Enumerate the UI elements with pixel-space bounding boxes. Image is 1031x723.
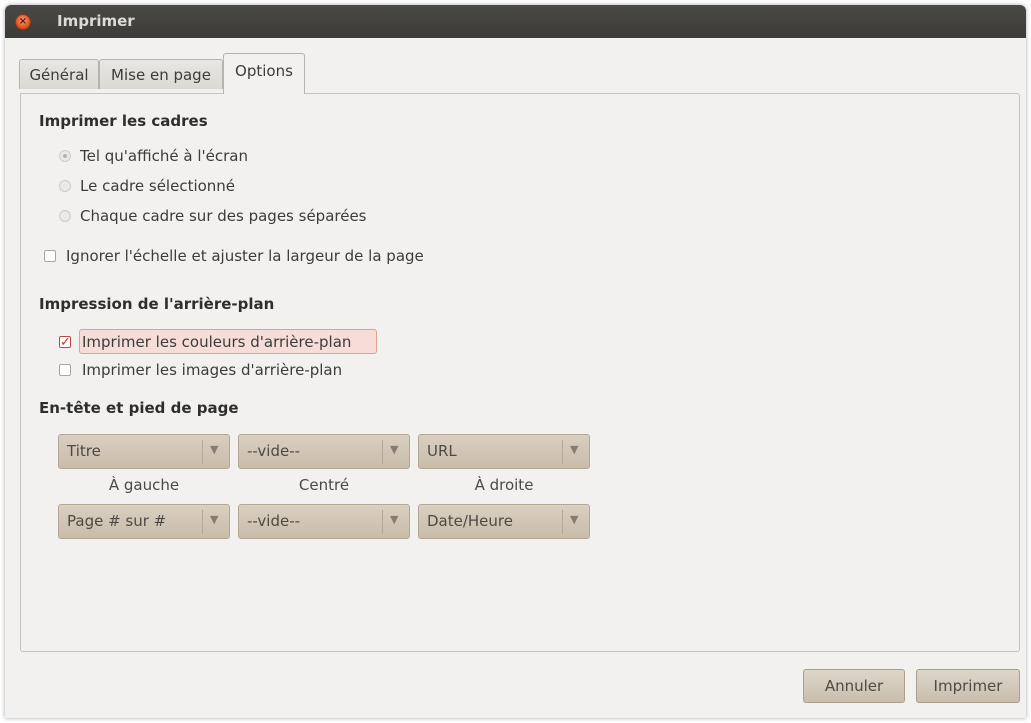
frames-section-title: Imprimer les cadres <box>39 112 208 130</box>
radio-selected-frame[interactable]: Le cadre sélectionné <box>59 175 459 197</box>
ignore-scale-checkbox[interactable]: Ignorer l'échelle et ajuster la largeur … <box>44 245 544 267</box>
print-dialog: × Imprimer Général Mise en page Options … <box>5 5 1026 718</box>
select-value: Date/Heure <box>427 512 513 530</box>
footer-center-select[interactable]: --vide-- ▼ <box>238 504 410 539</box>
select-value: --vide-- <box>247 442 301 460</box>
select-separator <box>382 440 383 464</box>
radio-each-frame[interactable]: Chaque cadre sur des pages séparées <box>59 205 459 227</box>
radio-button[interactable] <box>59 210 71 222</box>
print-bg-colors-checkbox[interactable]: Imprimer les couleurs d'arrière-plan <box>59 329 459 354</box>
header-footer-section-title: En-tête et pied de page <box>39 399 239 417</box>
radio-label: Le cadre sélectionné <box>80 177 236 195</box>
close-icon: × <box>18 16 28 27</box>
checkbox-label: Imprimer les images d'arrière-plan <box>82 361 343 379</box>
checkbox[interactable] <box>59 364 71 376</box>
header-center-select[interactable]: --vide-- ▼ <box>238 434 410 469</box>
print-button[interactable]: Imprimer <box>916 669 1020 703</box>
radio-label: Chaque cadre sur des pages séparées <box>80 207 367 225</box>
header-right-select[interactable]: URL ▼ <box>418 434 590 469</box>
tab-general[interactable]: Général <box>19 59 99 89</box>
checkbox[interactable] <box>44 250 56 262</box>
select-value: Titre <box>67 442 101 460</box>
select-value: --vide-- <box>247 512 301 530</box>
select-value: Page # sur # <box>67 512 167 530</box>
radio-button[interactable] <box>59 150 71 162</box>
tab-page-setup[interactable]: Mise en page <box>99 59 223 89</box>
radio-as-displayed[interactable]: Tel qu'affiché à l'écran <box>59 145 459 167</box>
select-separator <box>202 510 203 534</box>
chevron-down-icon: ▼ <box>570 513 579 526</box>
chevron-down-icon: ▼ <box>210 513 219 526</box>
chevron-down-icon: ▼ <box>210 443 219 456</box>
column-label-right: À droite <box>474 476 534 494</box>
select-separator <box>382 510 383 534</box>
checkbox[interactable] <box>59 332 71 354</box>
options-panel: Imprimer les cadres Tel qu'affiché à l'é… <box>20 93 1020 652</box>
print-bg-images-checkbox[interactable]: Imprimer les images d'arrière-plan <box>59 359 459 381</box>
footer-left-select[interactable]: Page # sur # ▼ <box>58 504 230 539</box>
chevron-down-icon: ▼ <box>390 443 399 456</box>
column-label-left: À gauche <box>108 476 180 494</box>
footer-right-select[interactable]: Date/Heure ▼ <box>418 504 590 539</box>
chevron-down-icon: ▼ <box>570 443 579 456</box>
title-bar: × Imprimer <box>5 5 1026 38</box>
checkbox-label: Imprimer les couleurs d'arrière-plan <box>82 333 352 351</box>
select-value: URL <box>427 442 457 460</box>
column-label-center: Centré <box>298 476 350 494</box>
cancel-button[interactable]: Annuler <box>803 669 905 703</box>
radio-label: Tel qu'affiché à l'écran <box>80 147 248 165</box>
tab-options[interactable]: Options <box>223 53 305 94</box>
radio-button[interactable] <box>59 180 71 192</box>
background-section-title: Impression de l'arrière-plan <box>39 295 275 313</box>
window-title: Imprimer <box>57 12 135 30</box>
select-separator <box>202 440 203 464</box>
checkbox-label: Ignorer l'échelle et ajuster la largeur … <box>66 247 424 265</box>
chevron-down-icon: ▼ <box>390 513 399 526</box>
close-button[interactable]: × <box>15 14 31 30</box>
select-separator <box>562 510 563 534</box>
header-left-select[interactable]: Titre ▼ <box>58 434 230 469</box>
select-separator <box>562 440 563 464</box>
